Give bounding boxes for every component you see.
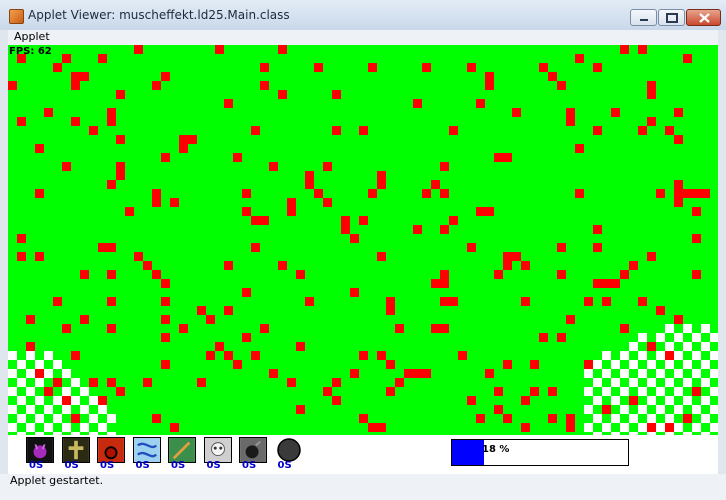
purple-bug-icon xyxy=(27,438,53,462)
skull-icon xyxy=(204,438,231,462)
minimize-button[interactable] xyxy=(630,9,657,26)
tool-count: 0S xyxy=(171,460,186,471)
minimize-icon xyxy=(640,19,648,21)
menu-applet[interactable]: Applet xyxy=(14,30,50,43)
tool-count: 0S xyxy=(277,460,292,471)
progress-fill xyxy=(452,440,484,465)
black-bomb-icon xyxy=(240,438,266,462)
maximize-icon xyxy=(666,13,678,23)
java-app-icon xyxy=(9,9,24,24)
status-text: Applet gestartet. xyxy=(10,474,104,487)
close-icon xyxy=(699,13,710,23)
tool-count: 0S xyxy=(64,460,79,471)
tool-count: 0S xyxy=(29,460,44,471)
tool-count: 0S xyxy=(100,460,115,471)
menubar: Applet xyxy=(0,30,726,45)
progress-bar: 18 % xyxy=(451,439,629,466)
sword-icon xyxy=(169,438,195,462)
tool-count: 0S xyxy=(135,460,150,471)
cross-icon xyxy=(62,438,89,462)
close-button[interactable] xyxy=(686,9,721,26)
red-bomb-icon xyxy=(98,438,124,462)
window-title: Applet Viewer: muscheffekt.ld25.Main.cla… xyxy=(28,8,290,22)
maximize-button[interactable] xyxy=(658,9,685,26)
fps-counter: FPS: 62 xyxy=(9,46,52,57)
progress-label: 18 % xyxy=(482,444,510,455)
grass-field xyxy=(8,45,718,435)
window-border-left xyxy=(0,30,8,500)
window-titlebar: Applet Viewer: muscheffekt.ld25.Main.cla… xyxy=(0,0,726,31)
window-border-right xyxy=(718,30,726,500)
game-canvas[interactable] xyxy=(8,45,718,435)
tool-count: 0S xyxy=(242,460,257,471)
blue-wave-icon xyxy=(133,438,160,462)
tool-count: 0S xyxy=(206,460,221,471)
status-bar xyxy=(0,474,726,500)
